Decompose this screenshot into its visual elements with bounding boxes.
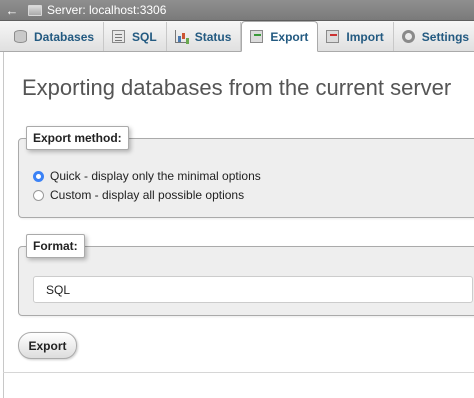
tab-databases[interactable]: Databases — [6, 22, 105, 51]
format-legend: Format: — [26, 234, 85, 258]
server-label[interactable]: Server: localhost:3306 — [47, 3, 166, 17]
bottom-divider — [3, 372, 474, 373]
left-divider — [3, 52, 4, 398]
tab-export-label: Export — [270, 29, 309, 44]
sql-icon — [112, 30, 126, 43]
tab-settings[interactable]: Settings — [394, 22, 474, 51]
format-select-value: SQL — [46, 282, 71, 297]
tab-sql[interactable]: SQL — [104, 22, 167, 51]
tab-settings-label: Settings — [421, 29, 470, 44]
top-menu-tabs: Databases SQL Status Export Import Setti… — [0, 21, 474, 52]
custom-option[interactable]: Custom - display all possible options — [33, 188, 244, 202]
tab-status-label: Status — [194, 29, 232, 44]
format-fieldset: Format: SQL — [18, 234, 474, 316]
page-title: Exporting databases from the current ser… — [22, 75, 452, 100]
database-icon — [14, 30, 27, 43]
quick-radio[interactable] — [33, 170, 44, 182]
export-method-legend: Export method: — [26, 126, 129, 150]
export-icon — [250, 30, 264, 43]
quick-option[interactable]: Quick - display only the minimal options — [33, 169, 261, 183]
arrow-left-icon[interactable]: ← — [4, 2, 20, 18]
tab-sql-label: SQL — [132, 29, 157, 44]
export-method-fieldset: Export method: Quick - display only the … — [18, 126, 474, 218]
custom-radio[interactable] — [33, 189, 44, 201]
tab-databases-label: Databases — [34, 29, 95, 44]
settings-icon — [401, 30, 415, 43]
quick-option-label[interactable]: Quick - display only the minimal options — [50, 169, 261, 183]
tab-import-label: Import — [346, 29, 384, 44]
tab-status[interactable]: Status — [167, 22, 242, 51]
server-titlebar: ← Server: localhost:3306 — [0, 0, 474, 21]
tab-import[interactable]: Import — [318, 22, 394, 51]
import-icon — [326, 30, 340, 43]
export-button[interactable]: Export — [18, 332, 77, 359]
status-chart-icon — [174, 30, 188, 43]
server-icon — [28, 4, 42, 16]
tab-export[interactable]: Export — [241, 21, 319, 52]
custom-option-label[interactable]: Custom - display all possible options — [50, 188, 244, 202]
format-select[interactable]: SQL — [33, 276, 473, 303]
